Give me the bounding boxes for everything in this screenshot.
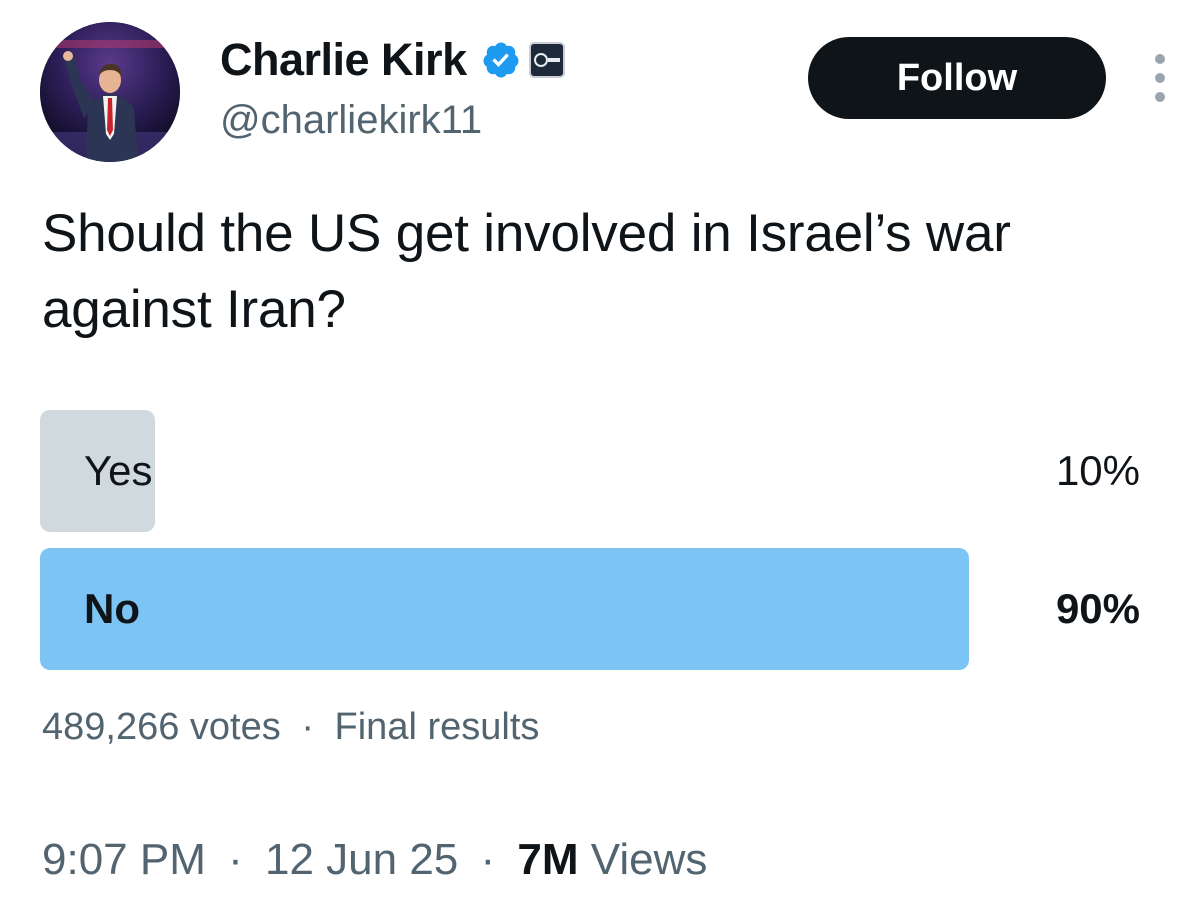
poll-vote-count: 489,266 votes [42, 706, 281, 748]
author-name-row: Charlie Kirk [220, 34, 565, 86]
timestamp-separator: · [480, 835, 496, 884]
author-display-name[interactable]: Charlie Kirk [220, 34, 467, 86]
poll-option-label: No [84, 585, 140, 632]
more-dot [1155, 54, 1165, 64]
poll-meta-separator: · [301, 706, 314, 748]
timestamp-separator: · [228, 835, 243, 884]
tweet-time[interactable]: 9:07 PM [42, 835, 206, 884]
more-dot [1155, 92, 1165, 102]
views-count[interactable]: 7M [517, 835, 578, 884]
tweet-date[interactable]: 12 Jun 25 [265, 835, 458, 884]
tweet-timestamp-row: 9:07 PM · 12 Jun 25 · 7M Views [42, 832, 707, 888]
more-options-icon[interactable] [1148, 54, 1172, 102]
poll-option-yes: Yes 10% [40, 410, 1140, 532]
poll-status: Final results [334, 706, 540, 748]
poll-bar-no [40, 548, 969, 670]
poll-option-no: No 90% [40, 548, 1140, 670]
avatar-image [40, 22, 180, 162]
author-handle[interactable]: @charliekirk11 [220, 96, 482, 144]
affiliate-badge-icon[interactable] [528, 42, 565, 78]
tweet-text: Should the US get involved in Israel’s w… [42, 204, 1011, 339]
poll-meta: 489,266 votes · Final results [42, 703, 539, 751]
views-label: Views [590, 835, 708, 884]
poll-option-percent: 10% [1055, 447, 1140, 494]
follow-button[interactable]: Follow [808, 37, 1106, 119]
author-avatar[interactable] [40, 22, 180, 162]
verified-badge-icon[interactable] [481, 40, 521, 80]
poll-option-percent: 90% [1055, 585, 1140, 632]
more-dot [1155, 73, 1165, 83]
poll-option-label: Yes [84, 447, 153, 494]
